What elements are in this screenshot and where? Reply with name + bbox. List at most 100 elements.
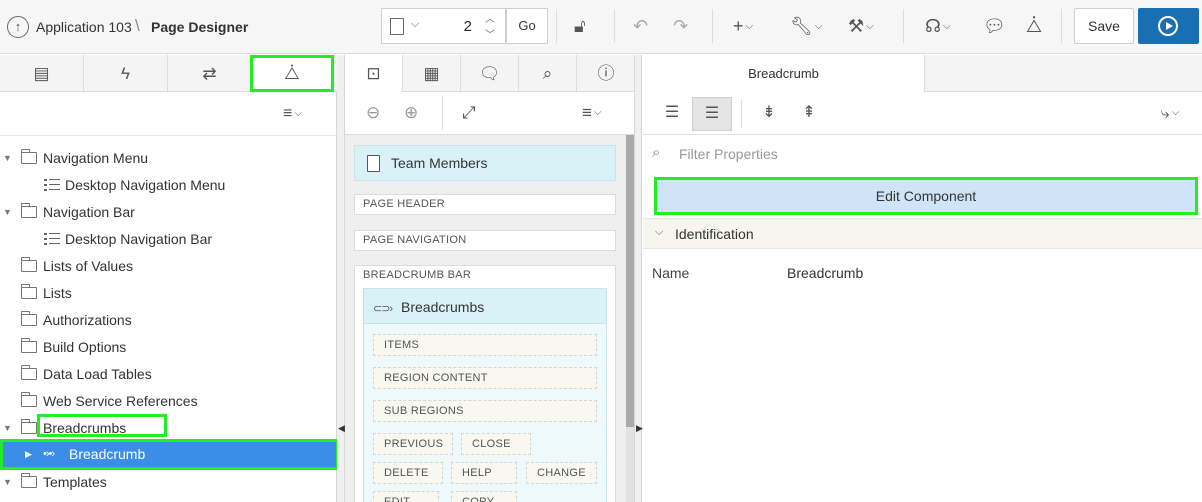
position-page-header[interactable]: PAGE HEADER <box>354 194 616 215</box>
show-common-icon[interactable]: ☰ <box>652 97 692 131</box>
tree-node-web-service-references[interactable]: Web Service References <box>0 388 337 415</box>
go-button[interactable]: Go <box>506 8 548 44</box>
zoom-out-icon[interactable]: ⊖ <box>366 102 380 124</box>
message-icon: 🗨︎ <box>478 64 501 83</box>
position-page-navigation[interactable]: PAGE NAVIGATION <box>354 230 616 251</box>
layout-menu-icon[interactable]: ≡ ⌵ <box>582 102 602 124</box>
run-button[interactable] <box>1138 8 1199 44</box>
slot-delete[interactable]: DELETE <box>373 462 443 484</box>
right-splitter[interactable]: ▶ <box>634 55 643 502</box>
up-arrow-icon[interactable]: ↑ <box>7 16 29 38</box>
collapse-triangle-icon[interactable]: ▼ <box>3 199 12 226</box>
zoom-in-icon[interactable]: ⊕ <box>404 102 418 124</box>
shared-components-icon[interactable]: ⧊ <box>1026 15 1042 37</box>
tab-shared-components[interactable]: ⧊ <box>250 55 334 92</box>
undo-icon[interactable]: ↶ <box>633 15 648 37</box>
spinner-down-icon[interactable]: ﹀ <box>485 26 495 41</box>
create-menu-icon[interactable]: + ⌵ <box>733 15 753 38</box>
tab-rendering[interactable]: ▤ <box>0 55 84 92</box>
left-splitter[interactable]: ◀ <box>337 55 345 502</box>
team-development-icon[interactable]: ☊ ⌵ <box>925 15 951 38</box>
chevron-down-icon[interactable]: ⌵ <box>411 18 419 31</box>
page-selector[interactable]: ⌵ 2 ︿ ﹀ <box>381 8 506 44</box>
tree-node-lists[interactable]: Lists <box>0 280 337 307</box>
save-button[interactable]: Save <box>1074 8 1134 44</box>
tab-gallery[interactable]: ▦ <box>403 55 461 92</box>
group-identification[interactable]: ⌵ Identification <box>643 218 1202 249</box>
list-icon <box>44 178 60 192</box>
tab-search[interactable]: ⌕ <box>519 55 577 92</box>
filter-properties[interactable]: ⌕ Filter Properties <box>643 136 1202 172</box>
slot-help[interactable]: HELP <box>451 462 517 484</box>
slot-copy[interactable]: COPY <box>451 491 517 502</box>
expand-all-icon[interactable]: ⇞ <box>789 97 829 131</box>
rendering-icon: ▤ <box>33 64 50 83</box>
comment-icon[interactable]: 💬︎ <box>983 15 1006 37</box>
chevron-down-icon[interactable]: ⌵ <box>655 226 663 239</box>
tree-node-navigation-bar[interactable]: ▼ Navigation Bar <box>0 199 337 226</box>
tree-node-desktop-navigation-bar[interactable]: Desktop Navigation Bar <box>0 226 337 253</box>
slot-change[interactable]: CHANGE <box>526 462 597 484</box>
tree-node-navigation-menu[interactable]: ▼ Navigation Menu <box>0 145 337 172</box>
layout-canvas: Team Members PAGE HEADER PAGE NAVIGATION… <box>345 135 634 502</box>
toolbar-divider <box>712 9 713 43</box>
tab-processing[interactable]: ⇄ <box>168 55 252 92</box>
expand-triangle-icon[interactable]: ▶ <box>25 442 32 467</box>
toolbar-divider <box>1061 9 1062 43</box>
tab-messages[interactable]: 🗨︎ <box>461 55 519 92</box>
tree-node-breadcrumb[interactable]: ▶ •›•› Breadcrumb <box>0 439 339 470</box>
tree-node-lists-of-values[interactable]: Lists of Values <box>0 253 337 280</box>
folder-icon <box>21 365 37 380</box>
shared-components-icon: ⧊ <box>284 64 300 83</box>
top-toolbar: ↑ Application 103 \ Page Designer ⌵ 2 ︿ … <box>0 0 1202 54</box>
page-number-input[interactable]: 2 <box>452 18 472 35</box>
utilities-menu-icon[interactable]: 🔧︎ ⌵ <box>790 15 822 38</box>
lock-icon[interactable]: 🔓︎ <box>574 15 586 37</box>
collapse-left-icon[interactable]: ◀ <box>338 423 345 434</box>
tree-node-desktop-navigation-menu[interactable]: Desktop Navigation Menu <box>0 172 337 199</box>
tree-node-templates[interactable]: ▼ Templates <box>0 469 337 496</box>
tab-breadcrumb[interactable]: Breadcrumb <box>643 55 925 92</box>
tab-grid-layout[interactable]: ⊡ <box>345 55 403 92</box>
page-node[interactable]: Team Members <box>354 145 616 181</box>
scrollbar-thumb[interactable] <box>626 135 634 427</box>
filter-input[interactable]: Filter Properties <box>679 146 778 162</box>
property-name-value[interactable]: Breadcrumb <box>787 265 863 281</box>
position-breadcrumb-bar[interactable]: BREADCRUMB BAR ⊂⊃› Breadcrumbs ITEMS REG… <box>354 265 616 502</box>
tree-menu-icon[interactable]: ≡ ⌵ <box>283 105 302 123</box>
collapse-right-icon[interactable]: ▶ <box>636 423 643 434</box>
go-to-group-icon[interactable]: ⤷ ⌵ <box>1150 97 1190 131</box>
show-all-icon[interactable]: ☰ <box>692 97 732 131</box>
region-breadcrumbs[interactable]: ⊂⊃› Breadcrumbs ITEMS REGION CONTENT SUB… <box>363 288 607 502</box>
slot-sub-regions[interactable]: SUB REGIONS <box>373 400 597 422</box>
tab-dynamic-actions[interactable]: ϟ <box>84 55 168 92</box>
slot-items[interactable]: ITEMS <box>373 334 597 356</box>
edit-component-button[interactable]: Edit Component <box>654 177 1198 215</box>
property-editor: Breadcrumb ☰ ☰ ⇟ ⇞ ⤷ ⌵ ⌕ Filter Propertie… <box>643 55 1202 502</box>
tree-node-label: Desktop Navigation Menu <box>65 177 226 193</box>
shared-components-menu-icon[interactable]: ⚒︎ ⌵ <box>848 15 874 38</box>
collapse-all-icon[interactable]: ⇟ <box>749 97 789 131</box>
tab-help[interactable]: ⓘ <box>577 55 635 92</box>
folder-icon <box>21 311 37 326</box>
collapse-triangle-icon[interactable]: ▼ <box>3 415 12 442</box>
position-label: BREADCRUMB BAR <box>363 269 472 281</box>
property-toolbar: ☰ ☰ ⇟ ⇞ ⤷ ⌵ <box>643 92 1202 135</box>
breadcrumb-application[interactable]: Application 103 <box>36 19 132 35</box>
slot-previous[interactable]: PREVIOUS <box>373 433 453 455</box>
property-tab-bar: Breadcrumb <box>643 55 1202 92</box>
collapse-triangle-icon[interactable]: ▼ <box>3 469 12 496</box>
slot-edit[interactable]: EDIT <box>373 491 439 502</box>
region-header[interactable]: ⊂⊃› Breadcrumbs <box>364 289 606 324</box>
tree-node-data-load-tables[interactable]: Data Load Tables <box>0 361 337 388</box>
expand-icon[interactable]: ⤢ <box>462 102 476 124</box>
tree-node-label: Build Options <box>43 339 127 355</box>
collapse-triangle-icon[interactable]: ▼ <box>3 145 12 172</box>
slot-region-content[interactable]: REGION CONTENT <box>373 367 597 389</box>
slot-close[interactable]: CLOSE <box>461 433 531 455</box>
tree-node-build-options[interactable]: Build Options <box>0 334 337 361</box>
redo-icon[interactable]: ↷ <box>673 15 688 37</box>
folder-icon <box>21 338 37 353</box>
spinner-up-icon[interactable]: ︿ <box>485 10 495 25</box>
tree-node-authorizations[interactable]: Authorizations <box>0 307 337 334</box>
